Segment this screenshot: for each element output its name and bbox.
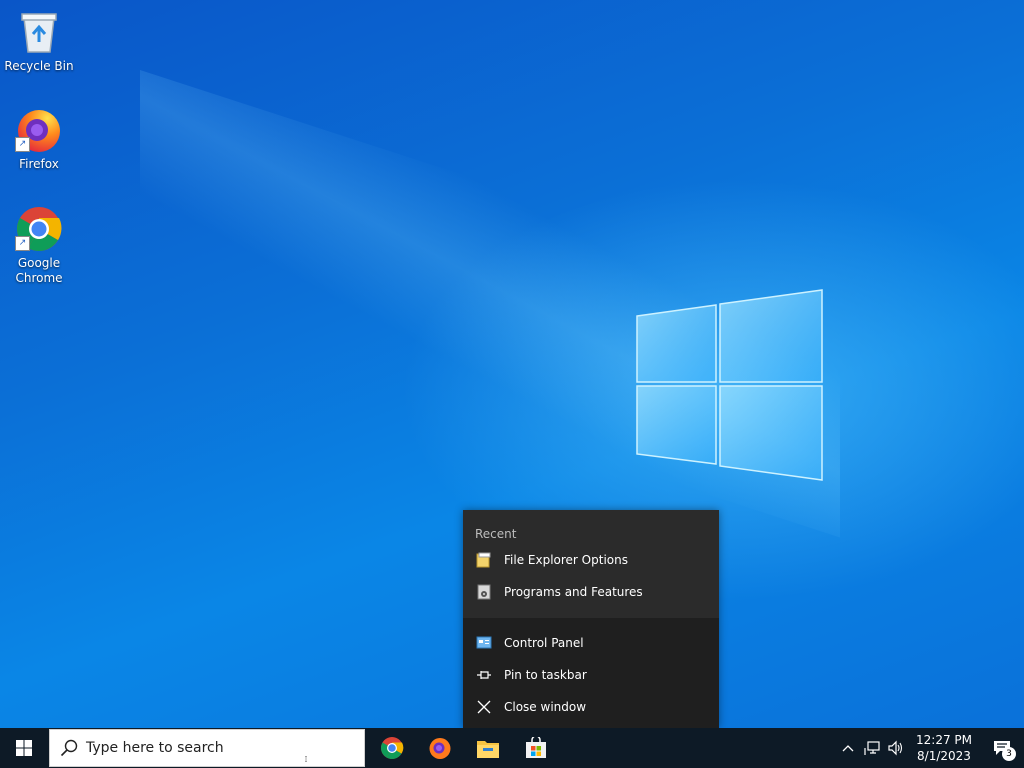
jump-list-item-control-panel[interactable]: Control Panel xyxy=(463,627,719,659)
store-icon xyxy=(526,737,546,758)
firefox-icon xyxy=(429,738,451,759)
notification-count-badge: 3 xyxy=(1002,747,1016,761)
jump-list-item-label: Close window xyxy=(504,700,587,714)
system-tray: 12:27 PM 8/1/2023 3 xyxy=(836,728,1024,768)
jump-list-item-label: File Explorer Options xyxy=(504,553,628,567)
jump-list-recent-heading: Recent xyxy=(475,527,517,541)
folder-options-icon xyxy=(475,551,493,569)
search-icon xyxy=(60,739,78,757)
shortcut-arrow-icon: ↗ xyxy=(15,236,30,251)
file-explorer-icon xyxy=(477,741,499,758)
chevron-up-icon xyxy=(842,745,854,752)
jump-list-item-label: Programs and Features xyxy=(504,585,643,599)
start-button[interactable] xyxy=(0,728,48,768)
desktop-icon-google-chrome[interactable]: ↗ Google Chrome xyxy=(1,205,77,286)
programs-features-icon xyxy=(475,583,493,601)
taskbar-clock[interactable]: 12:27 PM 8/1/2023 xyxy=(908,732,980,764)
windows-start-icon xyxy=(16,740,32,756)
speaker-icon xyxy=(888,740,903,756)
taskbar-app-firefox[interactable] xyxy=(416,728,464,768)
desktop-icon-recycle-bin[interactable]: Recycle Bin xyxy=(1,8,77,74)
taskbar: Type here to search 12:27 PM 8/1/2023 3 xyxy=(0,728,1024,768)
recycle-bin-icon xyxy=(21,13,57,53)
clock-date: 8/1/2023 xyxy=(917,749,971,763)
taskbar-app-chrome[interactable] xyxy=(368,728,416,768)
jump-list-item-file-explorer-options[interactable]: File Explorer Options xyxy=(463,544,719,576)
clock-time: 12:27 PM xyxy=(916,733,972,747)
pin-icon xyxy=(475,666,493,684)
jump-list-item-label: Pin to taskbar xyxy=(504,668,587,682)
desktop-icon-label: Recycle Bin xyxy=(4,59,74,73)
taskbar-search-box[interactable]: Type here to search xyxy=(49,729,365,767)
show-hidden-icons-button[interactable] xyxy=(836,728,860,768)
desktop-icon-label: Google Chrome xyxy=(15,256,63,285)
shortcut-arrow-icon: ↗ xyxy=(15,137,30,152)
desktop-icon-firefox[interactable]: ↗ Firefox xyxy=(1,106,77,172)
jump-list-item-pin-to-taskbar[interactable]: Pin to taskbar xyxy=(463,659,719,691)
text-cursor-icon xyxy=(305,756,307,762)
network-icon xyxy=(864,741,880,755)
taskbar-app-file-explorer[interactable] xyxy=(464,728,512,768)
search-placeholder: Type here to search xyxy=(86,740,224,756)
taskbar-jump-list: Recent File Explorer Options Programs an… xyxy=(463,510,719,737)
jump-list-item-programs-and-features[interactable]: Programs and Features xyxy=(463,576,719,608)
jump-list-actions-section: Control Panel Pin to taskbar Close windo… xyxy=(463,618,719,737)
action-center-button[interactable]: 3 xyxy=(980,728,1024,768)
volume-tray-button[interactable] xyxy=(884,728,908,768)
network-tray-button[interactable] xyxy=(860,728,884,768)
jump-list-item-label: Control Panel xyxy=(504,636,584,650)
desktop-icon-label: Firefox xyxy=(19,157,59,171)
jump-list-item-close-window[interactable]: Close window xyxy=(463,691,719,723)
taskbar-app-microsoft-store[interactable] xyxy=(512,728,560,768)
windows-logo-wallpaper xyxy=(636,289,823,481)
chrome-icon xyxy=(381,737,404,759)
close-icon xyxy=(475,698,493,716)
jump-list-recent-section: Recent File Explorer Options Programs an… xyxy=(463,510,719,618)
control-panel-icon xyxy=(475,634,493,652)
